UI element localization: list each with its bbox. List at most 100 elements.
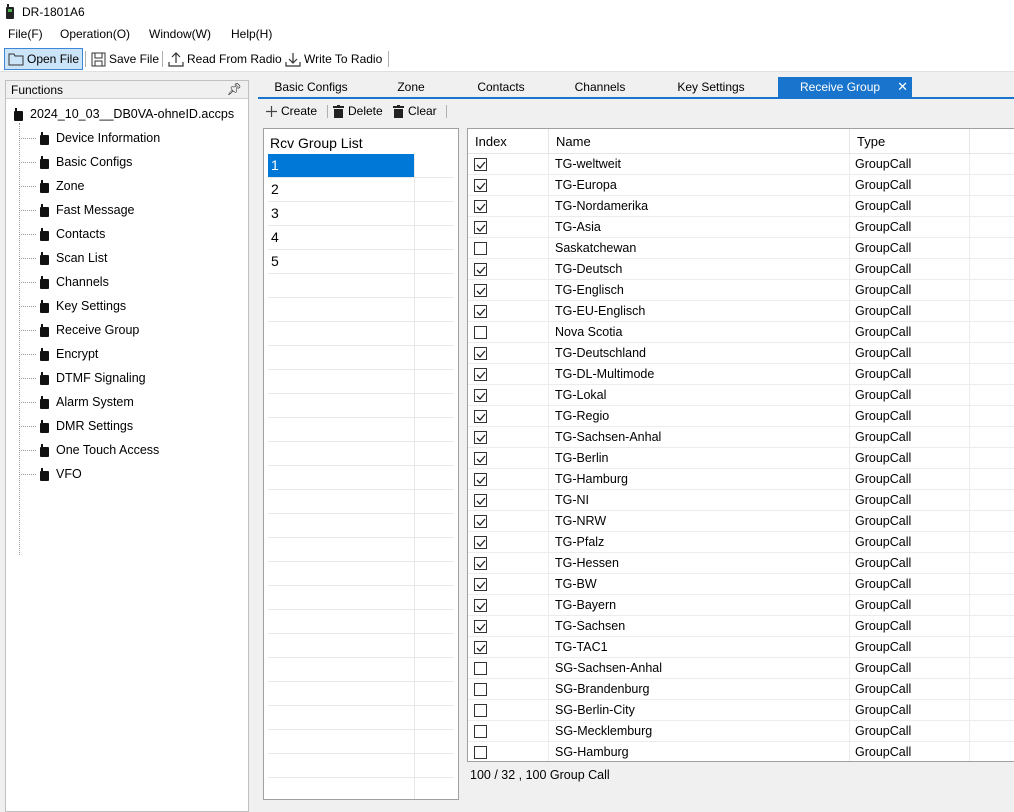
list-item[interactable]: 5 — [268, 250, 454, 274]
table-row[interactable]: TG-NRW GroupCall — [468, 511, 1014, 532]
table-row[interactable]: TG-Regio GroupCall — [468, 406, 1014, 427]
include-checkbox[interactable] — [474, 452, 487, 465]
include-checkbox[interactable] — [474, 536, 487, 549]
tab-basic-configs[interactable]: Basic Configs — [258, 77, 364, 97]
table-row[interactable]: TG-NI GroupCall — [468, 490, 1014, 511]
menu-help[interactable]: Help(H) — [231, 27, 272, 41]
menu-window[interactable]: Window(W) — [149, 27, 211, 41]
read-from-radio-button[interactable]: Read From Radio — [165, 48, 285, 70]
clear-button[interactable]: Clear — [393, 103, 437, 119]
include-checkbox[interactable] — [474, 347, 487, 360]
tree-item-vfo[interactable]: VFO — [19, 465, 82, 483]
tree-item-basic-configs[interactable]: Basic Configs — [19, 153, 132, 171]
table-row[interactable]: TG-Asia GroupCall — [468, 217, 1014, 238]
table-row[interactable]: Nova Scotia GroupCall — [468, 322, 1014, 343]
tree-item-zone[interactable]: Zone — [19, 177, 85, 195]
tab-key-settings[interactable]: Key Settings — [656, 77, 766, 97]
close-icon[interactable]: ✕ — [897, 79, 908, 95]
tree-item-encrypt[interactable]: Encrypt — [19, 345, 98, 363]
table-row[interactable]: TG-Berlin GroupCall — [468, 448, 1014, 469]
delete-button[interactable]: Delete — [333, 103, 383, 119]
include-checkbox[interactable] — [474, 431, 487, 444]
include-checkbox[interactable] — [474, 179, 487, 192]
include-checkbox[interactable] — [474, 683, 487, 696]
table-row[interactable]: TG-Pfalz GroupCall — [468, 532, 1014, 553]
tree-root-file[interactable]: 2024_10_03__DB0VA-ohneID.accps — [14, 105, 234, 123]
tab-contacts[interactable]: Contacts — [458, 77, 544, 97]
list-item[interactable]: 1 — [268, 154, 454, 178]
tab-zone[interactable]: Zone — [364, 77, 458, 97]
column-header-type[interactable]: Type — [850, 129, 970, 154]
save-file-button[interactable]: Save File — [88, 48, 162, 70]
table-row[interactable]: TG-Deutsch GroupCall — [468, 259, 1014, 280]
table-row[interactable]: TG-Bayern GroupCall — [468, 595, 1014, 616]
table-row[interactable]: TG-DL-Multimode GroupCall — [468, 364, 1014, 385]
table-row[interactable]: TG-Hamburg GroupCall — [468, 469, 1014, 490]
table-row[interactable]: Saskatchewan GroupCall — [468, 238, 1014, 259]
table-row[interactable]: TG-EU-Englisch GroupCall — [468, 301, 1014, 322]
table-row[interactable]: TG-Europa GroupCall — [468, 175, 1014, 196]
include-checkbox[interactable] — [474, 599, 487, 612]
include-checkbox[interactable] — [474, 410, 487, 423]
table-row[interactable]: TG-BW GroupCall — [468, 574, 1014, 595]
table-row[interactable]: SG-Mecklemburg GroupCall — [468, 721, 1014, 742]
pin-icon[interactable]: 📌︎ — [227, 82, 242, 96]
column-header-name[interactable]: Name — [549, 129, 850, 154]
include-checkbox[interactable] — [474, 368, 487, 381]
tree-item-channels[interactable]: Channels — [19, 273, 109, 291]
include-checkbox[interactable] — [474, 242, 487, 255]
include-checkbox[interactable] — [474, 200, 487, 213]
table-row[interactable]: TG-Sachsen GroupCall — [468, 616, 1014, 637]
tree-item-contacts[interactable]: Contacts — [19, 225, 105, 243]
tree-item-dtmf-signaling[interactable]: DTMF Signaling — [19, 369, 146, 387]
table-row[interactable]: TG-Sachsen-Anhal GroupCall — [468, 427, 1014, 448]
table-row[interactable]: SG-Sachsen-Anhal GroupCall — [468, 658, 1014, 679]
table-row[interactable]: SG-Brandenburg GroupCall — [468, 679, 1014, 700]
table-row[interactable]: SG-Hamburg GroupCall — [468, 742, 1014, 761]
menu-file[interactable]: File(F) — [8, 27, 43, 41]
tree-item-fast-message[interactable]: Fast Message — [19, 201, 135, 219]
include-checkbox[interactable] — [474, 704, 487, 717]
include-checkbox[interactable] — [474, 746, 487, 759]
tree-item-receive-group[interactable]: Receive Group — [19, 321, 139, 339]
include-checkbox[interactable] — [474, 641, 487, 654]
tree-item-dmr-settings[interactable]: DMR Settings — [19, 417, 133, 435]
tree-item-one-touch-access[interactable]: One Touch Access — [19, 441, 159, 459]
write-to-radio-button[interactable]: Write To Radio — [282, 48, 385, 70]
include-checkbox[interactable] — [474, 662, 487, 675]
table-row[interactable]: TG-TAC1 GroupCall — [468, 637, 1014, 658]
include-checkbox[interactable] — [474, 326, 487, 339]
menu-operation[interactable]: Operation(O) — [60, 27, 130, 41]
include-checkbox[interactable] — [474, 305, 487, 318]
include-checkbox[interactable] — [474, 389, 487, 402]
include-checkbox[interactable] — [474, 494, 487, 507]
include-checkbox[interactable] — [474, 557, 487, 570]
include-checkbox[interactable] — [474, 473, 487, 486]
tree-item-alarm-system[interactable]: Alarm System — [19, 393, 134, 411]
include-checkbox[interactable] — [474, 284, 487, 297]
table-row[interactable]: TG-weltweit GroupCall — [468, 154, 1014, 175]
include-checkbox[interactable] — [474, 725, 487, 738]
table-row[interactable]: TG-Lokal GroupCall — [468, 385, 1014, 406]
table-row[interactable]: TG-Deutschland GroupCall — [468, 343, 1014, 364]
include-checkbox[interactable] — [474, 620, 487, 633]
table-row[interactable]: SG-Berlin-City GroupCall — [468, 700, 1014, 721]
create-button[interactable]: Create — [266, 103, 317, 119]
list-item[interactable]: 4 — [268, 226, 454, 250]
include-checkbox[interactable] — [474, 158, 487, 171]
tree-item-key-settings[interactable]: Key Settings — [19, 297, 126, 315]
table-row[interactable]: TG-Englisch GroupCall — [468, 280, 1014, 301]
column-header-index[interactable]: Index — [468, 129, 549, 154]
include-checkbox[interactable] — [474, 221, 487, 234]
open-file-button[interactable]: Open File — [4, 48, 84, 70]
table-row[interactable]: TG-Nordamerika GroupCall — [468, 196, 1014, 217]
include-checkbox[interactable] — [474, 263, 487, 276]
tab-channels[interactable]: Channels — [544, 77, 656, 97]
tab-receive-group[interactable]: Receive Group ✕ — [778, 77, 912, 97]
include-checkbox[interactable] — [474, 578, 487, 591]
tree-item-device-information[interactable]: Device Information — [19, 129, 160, 147]
include-checkbox[interactable] — [474, 515, 487, 528]
tree-item-scan-list[interactable]: Scan List — [19, 249, 107, 267]
list-item[interactable]: 3 — [268, 202, 454, 226]
list-item[interactable]: 2 — [268, 178, 454, 202]
